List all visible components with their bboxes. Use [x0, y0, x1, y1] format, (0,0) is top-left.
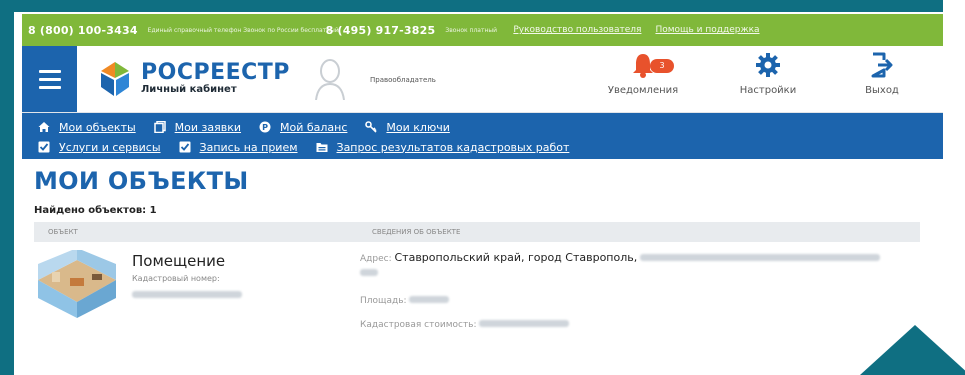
nav-item-appointment[interactable]: Запись на прием: [179, 141, 298, 154]
premises-illustration-icon: [38, 250, 116, 318]
notifications-button[interactable]: 3 Уведомления: [588, 52, 698, 96]
nav-item-cadastral-results[interactable]: Запрос результатов кадастровых работ: [316, 141, 569, 154]
paid-phone-note: Звонок платный: [445, 26, 498, 34]
table-row[interactable]: Помещение Кадастровый номер: Адрес: Став…: [34, 242, 920, 330]
objects-found-count: Найдено объектов: 1: [34, 205, 157, 216]
cadastral-cost-label: Кадастровая стоимость:: [360, 320, 477, 330]
nav-row-1: Мои объекты Мои заявки P Мой баланс Мои …: [38, 117, 945, 137]
hotline-phone: 8 (800) 100-3434: [28, 23, 138, 37]
app-window: 8 (800) 100-3434 Единый справочный телеф…: [22, 14, 945, 375]
decorative-frame-top: [0, 0, 965, 12]
area-value-redacted: [409, 296, 450, 303]
logo-subtitle: Личный кабинет: [141, 84, 237, 95]
objects-table-header: ОБЪЕКТ СВЕДЕНИЯ ОБ ОБЪЕКТЕ: [34, 222, 920, 242]
gear-icon: [756, 53, 780, 77]
address-value: Ставропольский край, город Ставрополь,: [394, 251, 638, 264]
notifications-count-badge: 3: [650, 59, 674, 73]
logo-title: РОСРЕЕСТР: [141, 60, 290, 85]
settings-label: Настройки: [739, 85, 797, 96]
logout-icon: [871, 52, 893, 78]
nav-row-2: Услуги и сервисы Запись на прием Запрос …: [38, 137, 945, 157]
nav-item-my-balance[interactable]: P Мой баланс: [259, 121, 347, 134]
decorative-frame-left: [0, 0, 14, 375]
page-title: МОИ ОБЪЕКТЫ: [34, 167, 249, 195]
paid-phone: 8 (495) 917-3825: [325, 23, 436, 37]
user-guide-link[interactable]: Руководство пользователя: [513, 25, 641, 35]
svg-text:P: P: [262, 123, 268, 132]
cadastral-cost-value-redacted: [479, 320, 570, 327]
key-icon: [365, 121, 377, 133]
cadastral-number-label: Кадастровый номер:: [132, 274, 220, 283]
column-header-info: СВЕДЕНИЯ ОБ ОБЪЕКТЕ: [372, 228, 461, 236]
column-header-object: ОБЪЕКТ: [48, 228, 78, 236]
nav-item-my-requests[interactable]: Мои заявки: [153, 121, 241, 134]
rosreestr-logo-icon: [101, 62, 129, 96]
address-label: Адрес:: [360, 254, 392, 264]
notifications-label: Уведомления: [607, 85, 679, 96]
address-value-redacted: [640, 254, 881, 261]
area-label: Площадь:: [360, 296, 407, 306]
user-role: Правообладатель: [370, 76, 436, 84]
object-cell: Помещение Кадастровый номер:: [34, 250, 360, 330]
rosreestr-logo[interactable]: РОСРЕЕСТР Личный кабинет: [95, 59, 290, 99]
logout-button[interactable]: Выход: [842, 52, 922, 96]
user-avatar-icon[interactable]: [314, 56, 346, 100]
top-info-bar: 8 (800) 100-3434 Единый справочный телеф…: [22, 14, 945, 46]
main-navigation: Мои объекты Мои заявки P Мой баланс Мои …: [22, 113, 945, 159]
nav-item-my-objects[interactable]: Мои объекты: [38, 121, 136, 134]
address-value-redacted-2: [360, 269, 378, 276]
object-type[interactable]: Помещение: [132, 252, 242, 270]
main-content: МОИ ОБЪЕКТЫ Найдено объектов: 1 ОБЪЕКТ С…: [22, 167, 945, 330]
cadastral-number-value-redacted: [132, 283, 242, 302]
folder-icon: [316, 143, 328, 152]
decorative-triangle: [860, 325, 965, 375]
documents-icon: [153, 121, 166, 133]
home-icon: [38, 122, 50, 132]
settings-button[interactable]: Настройки: [728, 52, 808, 96]
menu-button[interactable]: [22, 46, 77, 112]
balance-icon: P: [259, 121, 271, 133]
help-support-link[interactable]: Помощь и поддержка: [655, 25, 759, 35]
hamburger-icon: [38, 69, 61, 73]
checkbox-icon: [179, 141, 191, 153]
object-info-cell: Адрес: Ставропольский край, город Ставро…: [360, 250, 920, 330]
hotline-note: Единый справочный телефон Звонок по Росс…: [147, 26, 339, 34]
checkbox-icon: [38, 141, 50, 153]
page-margin-right: [943, 0, 965, 375]
nav-item-services[interactable]: Услуги и сервисы: [38, 141, 161, 154]
nav-item-my-keys[interactable]: Мои ключи: [365, 121, 450, 134]
header: РОСРЕЕСТР Личный кабинет Правообладатель…: [22, 46, 945, 113]
logout-label: Выход: [865, 85, 899, 96]
